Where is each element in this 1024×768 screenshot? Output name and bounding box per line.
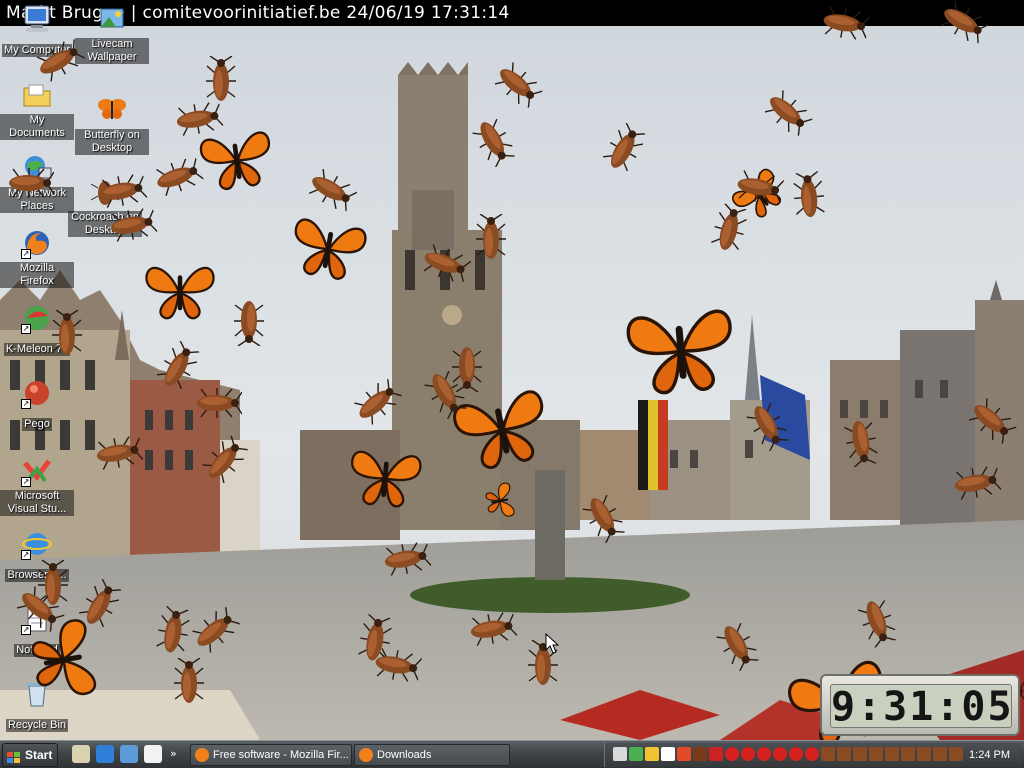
security-icon[interactable] xyxy=(709,747,723,761)
windows-logo-icon xyxy=(7,749,21,763)
cockroach-icon[interactable] xyxy=(192,388,243,422)
red-app-icon[interactable] xyxy=(773,747,787,761)
pego-icon: ↗ xyxy=(21,377,53,409)
windows-media-icon[interactable] xyxy=(120,745,138,763)
red-app-icon[interactable] xyxy=(789,747,803,761)
desktop-icon-my-documents[interactable]: My Documents xyxy=(0,79,74,140)
butterfly-icon[interactable] xyxy=(619,298,742,404)
timer-icon[interactable] xyxy=(677,747,691,761)
cockroach-icon[interactable] xyxy=(476,213,510,264)
red-app-icon[interactable] xyxy=(741,747,755,761)
start-label: Start xyxy=(25,748,53,762)
tray-clock[interactable]: 1:24 PM xyxy=(969,743,1010,767)
butterfly-icon[interactable] xyxy=(142,260,218,325)
network-icon[interactable] xyxy=(629,747,643,761)
taskbar-button-label: Free software - Mozilla Fir... xyxy=(213,749,349,761)
butterfly-icon[interactable] xyxy=(283,209,373,289)
desktop-icon-pego[interactable]: ↗ Pego xyxy=(0,377,74,431)
desktop-icon-visual-studio[interactable]: ↗ Microsoft Visual Stu... xyxy=(0,455,74,516)
system-tray: 1:24 PM xyxy=(604,743,1022,767)
shield-icon[interactable] xyxy=(693,747,707,761)
firefox-icon: ↗ xyxy=(21,227,53,259)
shortcut-arrow-icon: ↗ xyxy=(21,324,31,334)
quick-launch-chevron[interactable]: » xyxy=(170,747,177,760)
bug-icon[interactable] xyxy=(885,747,899,761)
volume-icon[interactable] xyxy=(613,747,627,761)
desktop-icon-label: Microsoft Visual Stu... xyxy=(0,490,74,516)
kmeleon-icon: ↗ xyxy=(21,302,53,334)
start-button[interactable]: Start xyxy=(2,743,58,767)
mail-icon[interactable] xyxy=(661,747,675,761)
internet-explorer-icon[interactable] xyxy=(96,745,114,763)
show-desktop-icon[interactable] xyxy=(72,745,90,763)
shortcut-arrow-icon: ↗ xyxy=(21,477,31,487)
clock-gadget[interactable]: 9:31:05 xyxy=(820,674,1020,736)
bug-icon[interactable] xyxy=(917,747,931,761)
taskbar-button-firefox[interactable]: Free software - Mozilla Fir... xyxy=(190,744,352,766)
bug-icon[interactable] xyxy=(949,747,963,761)
messenger-icon[interactable] xyxy=(144,745,162,763)
cockroach-icon[interactable] xyxy=(792,170,830,224)
bug-icon[interactable] xyxy=(901,747,915,761)
firefox-icon xyxy=(359,748,373,762)
butterfly-icon xyxy=(96,94,128,126)
browser-icon: ↗ xyxy=(21,528,53,560)
red-app-icon[interactable] xyxy=(805,747,819,761)
red-app-icon[interactable] xyxy=(725,747,739,761)
bug-icon[interactable] xyxy=(933,747,947,761)
taskbar: Start » Free software - Mozilla Fir... D… xyxy=(0,740,1024,768)
taskbar-button-downloads[interactable]: Downloads xyxy=(354,744,510,766)
cockroach-icon[interactable] xyxy=(206,55,240,106)
desktop-icon-butterfly-on-desktop[interactable]: Butterfly on Desktop xyxy=(75,94,149,155)
desktop-icon-mozilla-firefox[interactable]: ↗ Mozilla Firefox xyxy=(0,227,74,288)
red-app-icon[interactable] xyxy=(757,747,771,761)
bug-icon[interactable] xyxy=(869,747,883,761)
cockroach-icon[interactable] xyxy=(4,168,55,202)
desktop-icon-livecam-wallpaper[interactable]: Livecam Wallpaper xyxy=(75,3,149,64)
firefox-icon xyxy=(195,748,209,762)
desktop-icon-label: Mozilla Firefox xyxy=(0,262,74,288)
cockroach-icon[interactable] xyxy=(174,657,208,708)
livecam-wallpaper-icon xyxy=(96,3,128,35)
update-icon[interactable] xyxy=(645,747,659,761)
mouse-cursor-icon xyxy=(545,632,560,659)
statue xyxy=(535,470,565,580)
my-computer-icon xyxy=(21,3,53,35)
statue-garden xyxy=(410,577,690,613)
bug-icon[interactable] xyxy=(821,747,835,761)
desktop-icon-label: Butterfly on Desktop xyxy=(75,129,149,155)
shortcut-arrow-icon: ↗ xyxy=(21,249,31,259)
shortcut-arrow-icon: ↗ xyxy=(21,550,31,560)
cockroach-icon[interactable] xyxy=(52,309,86,360)
bug-icon[interactable] xyxy=(853,747,867,761)
desktop-icon-label: Recycle Bin xyxy=(5,719,69,732)
butterfly-icon[interactable] xyxy=(479,479,519,522)
shortcut-arrow-icon: ↗ xyxy=(21,399,31,409)
bug-icon[interactable] xyxy=(837,747,851,761)
butterfly-icon[interactable] xyxy=(343,443,426,516)
clock-display: 9:31:05 xyxy=(830,684,1014,730)
taskbar-button-label: Downloads xyxy=(377,749,432,761)
cockroach-icon[interactable] xyxy=(230,296,264,347)
desktop-icon-label: My Documents xyxy=(0,114,74,140)
visual-studio-icon: ↗ xyxy=(21,455,53,487)
desktop-icon-label: Pego xyxy=(22,418,52,431)
